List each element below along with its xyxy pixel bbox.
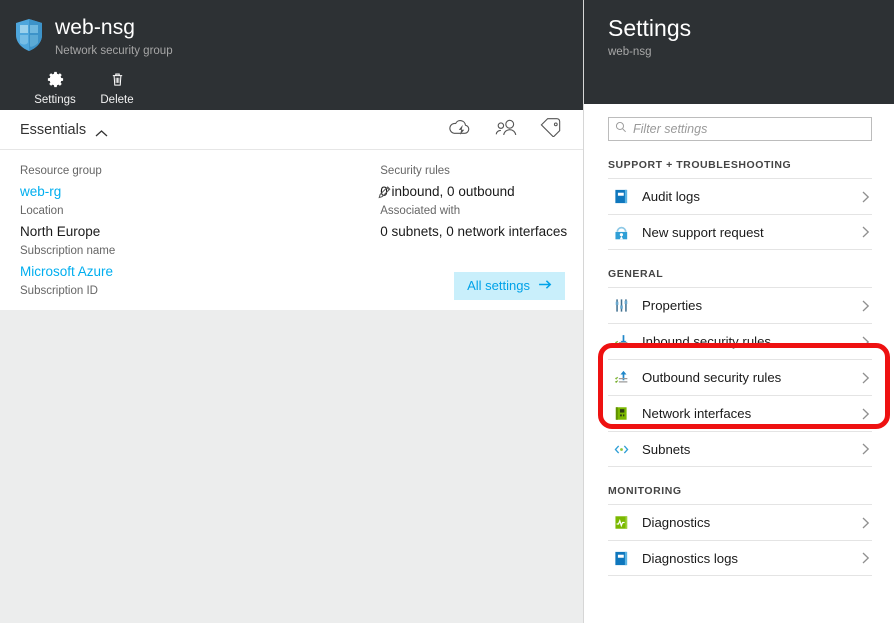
chevron-right-icon [860,371,872,385]
settings-item-diagnostics[interactable]: Diagnostics [608,504,872,540]
settings-item-label: New support request [642,224,764,240]
settings-subtitle: web-nsg [608,46,652,58]
chevron-right-icon [860,299,872,313]
subscription-id-label: Subscription ID [20,285,98,297]
settings-item-network-interfaces[interactable]: Network interfaces [608,395,872,431]
settings-item-audit-logs[interactable]: Audit logs [608,178,872,214]
search-icon [615,120,627,138]
resource-type-label: Network security group [55,45,173,57]
chevron-right-icon [860,516,872,530]
nic-card-green-icon [612,405,630,423]
tag-icon[interactable] [539,117,563,142]
resource-blade-header: web-nsg Network security group Settings [0,0,583,110]
filter-settings-input[interactable] [633,122,865,136]
subscription-name-value[interactable]: Microsoft Azure [20,261,115,282]
settings-item-label: Outbound security rules [642,370,782,385]
all-settings-wrapper: All settings [454,272,565,300]
chevron-right-icon [860,225,872,239]
arrow-down-list-icon [612,333,630,351]
settings-title: Settings [608,15,692,41]
arrow-right-icon [538,278,553,293]
essentials-header[interactable]: Essentials [0,110,583,150]
settings-blade: Settings web-nsg SUPPORT + TROUBLESHOOTI… [583,0,894,623]
diagnostics-green-icon [612,514,630,532]
resource-group-value[interactable]: web-rg [20,181,115,202]
all-settings-label: All settings [467,278,530,293]
settings-item-outbound-security-rules[interactable]: Outbound security rules [608,359,872,395]
chevron-up-icon[interactable] [95,125,108,137]
location-value: North Europe [20,224,101,239]
book-blue-icon [612,188,630,206]
trash-icon [109,68,126,90]
settings-command-button[interactable]: Settings [24,68,86,107]
essentials-left-column: Resource group web-rg Location North Eur… [0,162,115,310]
chevron-right-icon [860,190,872,204]
essentials-body: Resource group web-rg Location North Eur… [0,150,583,310]
delete-command-button[interactable]: Delete [86,68,148,107]
filter-settings-box[interactable] [608,117,872,141]
resource-title-text: web-nsg Network security group [55,16,173,59]
settings-item-subnets[interactable]: Subnets [608,431,872,467]
associated-with-value: 0 subnets, 0 network interfaces [380,224,568,239]
chevron-right-icon [860,335,872,349]
location-label: Location [20,205,64,217]
settings-group-general: GENERAL Properties Inbound security rule… [608,268,872,467]
essentials-header-left: Essentials [20,122,108,138]
filter-wrapper [584,104,894,141]
sliders-icon [612,297,630,315]
subscription-name-label: Subscription name [20,245,116,257]
resource-name: web-nsg [55,16,136,39]
gear-icon [46,68,65,90]
chevron-right-icon [860,407,872,421]
settings-blade-header: Settings web-nsg [584,0,894,104]
resource-title-row: web-nsg Network security group [0,12,583,59]
settings-command-label: Settings [34,94,76,106]
monitor-cloud-icon[interactable] [447,118,473,142]
settings-list: SUPPORT + TROUBLESHOOTING Audit logs New… [584,159,894,576]
settings-item-label: Subnets [642,441,691,457]
settings-group-support: SUPPORT + TROUBLESHOOTING Audit logs New… [608,159,872,250]
shield-icon [14,18,44,52]
support-headset-icon [612,223,630,241]
azure-portal-screen: web-nsg Network security group Settings [0,0,894,623]
settings-item-label: Diagnostics [642,515,711,530]
resource-blade: web-nsg Network security group Settings [0,0,583,623]
settings-item-label: Properties [642,298,703,313]
group-title-support: SUPPORT + TROUBLESHOOTING [608,159,792,171]
settings-item-diagnostics-logs[interactable]: Diagnostics logs [608,540,872,576]
arrow-up-list-icon [612,369,630,387]
essentials-title: Essentials [20,121,87,138]
pencil-icon[interactable] [377,184,393,205]
settings-item-label: Diagnostics logs [642,550,739,566]
associated-with-label: Associated with [380,205,461,217]
settings-item-label: Network interfaces [642,406,752,421]
angle-brackets-icon [612,440,630,458]
security-rules-value: 0 inbound, 0 outbound [380,184,515,199]
group-title-monitoring: MONITORING [608,485,682,497]
delete-command-label: Delete [100,94,134,106]
essentials-panel: Essentials Resource group web-rg Locatio… [0,110,583,623]
users-icon[interactable] [493,118,519,142]
group-title-general: GENERAL [608,268,664,280]
settings-item-inbound-security-rules[interactable]: Inbound security rules [608,323,872,359]
book-blue-icon [612,549,630,567]
settings-item-label: Inbound security rules [642,334,772,349]
settings-group-monitoring: MONITORING Diagnostics Diagnostics logs [608,485,872,576]
essentials-action-icons [447,117,563,142]
blade-content-area [0,330,583,623]
resource-group-label: Resource group [20,165,102,177]
security-rules-label: Security rules [380,165,450,177]
chevron-right-icon [860,442,872,456]
all-settings-button[interactable]: All settings [454,272,565,300]
settings-item-label: Audit logs [642,189,700,204]
settings-item-new-support-request[interactable]: New support request [608,214,872,250]
settings-item-properties[interactable]: Properties [608,287,872,323]
command-bar: Settings Delete [0,59,583,107]
chevron-right-icon [860,551,872,565]
